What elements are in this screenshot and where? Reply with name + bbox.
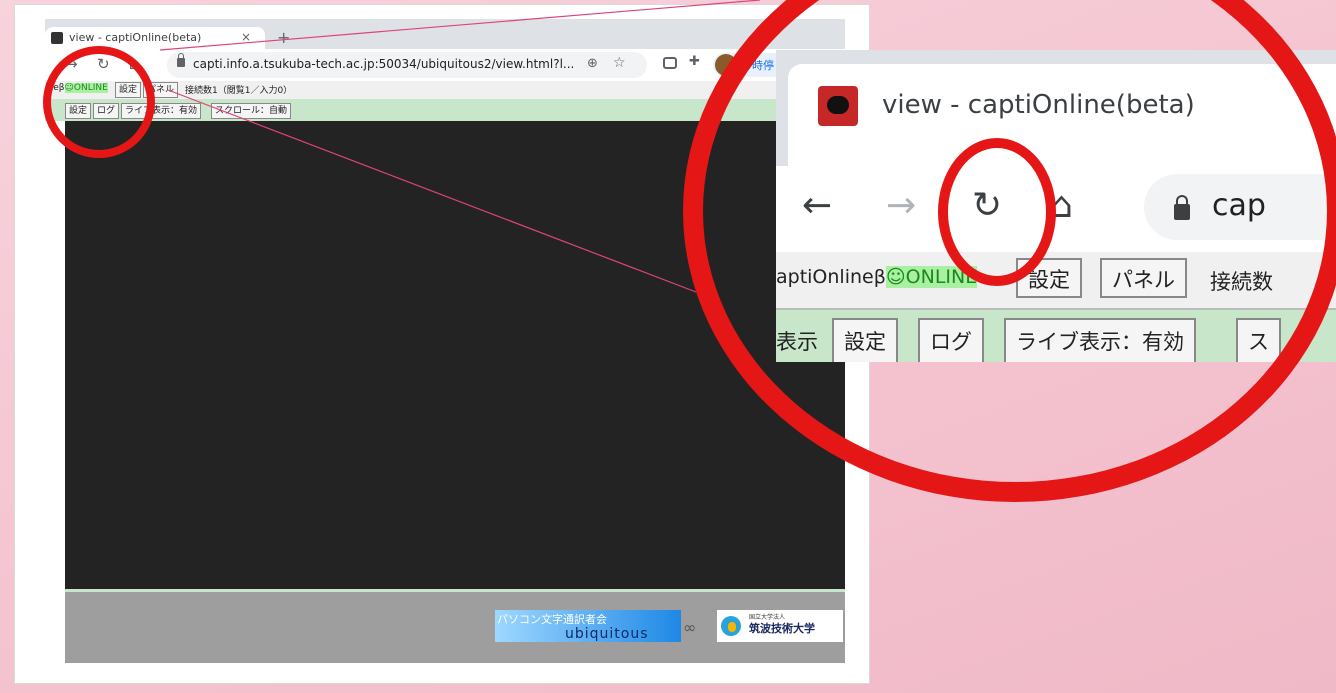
highlight-circle-small xyxy=(43,46,155,158)
highlight-circle-reload xyxy=(938,138,1056,286)
leader-line-bottom xyxy=(167,89,697,293)
leader-line-top xyxy=(159,0,761,51)
